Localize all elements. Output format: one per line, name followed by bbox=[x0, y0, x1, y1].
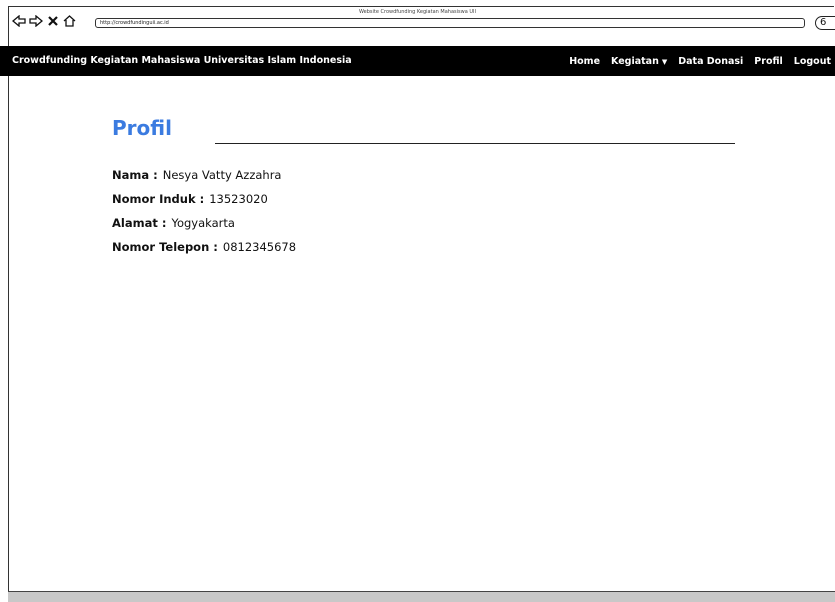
forward-arrow-icon[interactable] bbox=[29, 14, 44, 32]
browser-toolbar: http://crowdfundinguii.ac.id 6 bbox=[10, 14, 835, 34]
field-label: Nomor Telepon : bbox=[112, 240, 218, 254]
page-title: Profil bbox=[112, 116, 172, 140]
nav-item-logout[interactable]: Logout bbox=[794, 56, 831, 67]
profile-glyph: 6 bbox=[820, 17, 827, 28]
back-arrow-icon[interactable] bbox=[11, 14, 26, 32]
field-label: Nama : bbox=[112, 168, 158, 182]
field-value: 13523020 bbox=[209, 192, 268, 206]
title-divider bbox=[215, 143, 735, 144]
profile-icon[interactable]: 6 bbox=[815, 16, 835, 30]
field-value: Nesya Vatty Azzahra bbox=[162, 168, 282, 182]
caret-down-icon: ▼ bbox=[661, 57, 668, 66]
nav-item-kegiatan[interactable]: Kegiatan ▼ bbox=[611, 56, 667, 67]
footer-bar bbox=[8, 591, 835, 602]
field-nama: Nama : Nesya Vatty Azzahra bbox=[112, 168, 281, 182]
url-bar[interactable]: http://crowdfundinguii.ac.id bbox=[95, 18, 805, 28]
field-nomor-telepon: Nomor Telepon : 0812345678 bbox=[112, 240, 296, 254]
field-alamat: Alamat : Yogyakarta bbox=[112, 216, 235, 230]
nav-item-profil[interactable]: Profil bbox=[754, 56, 782, 67]
nav-item-home[interactable]: Home bbox=[569, 56, 600, 67]
nav-item-data-donasi[interactable]: Data Donasi bbox=[678, 56, 743, 67]
home-icon[interactable] bbox=[63, 14, 76, 32]
field-value: 0812345678 bbox=[222, 240, 297, 254]
field-nomor-induk: Nomor Induk : 13523020 bbox=[112, 192, 268, 206]
site-brand[interactable]: Crowdfunding Kegiatan Mahasiswa Universi… bbox=[12, 46, 352, 76]
top-navbar: Crowdfunding Kegiatan Mahasiswa Universi… bbox=[0, 46, 835, 76]
nav-item-kegiatan-label: Kegiatan bbox=[611, 55, 659, 67]
nav-menu: Home Kegiatan ▼ Data Donasi Profil Logout bbox=[569, 46, 835, 76]
field-label: Nomor Induk : bbox=[112, 192, 205, 206]
main-content: Profil Nama : Nesya Vatty Azzahra Nomor I… bbox=[0, 76, 835, 591]
stop-icon[interactable] bbox=[47, 14, 59, 32]
field-label: Alamat : bbox=[112, 216, 167, 230]
field-value: Yogyakarta bbox=[171, 216, 235, 230]
